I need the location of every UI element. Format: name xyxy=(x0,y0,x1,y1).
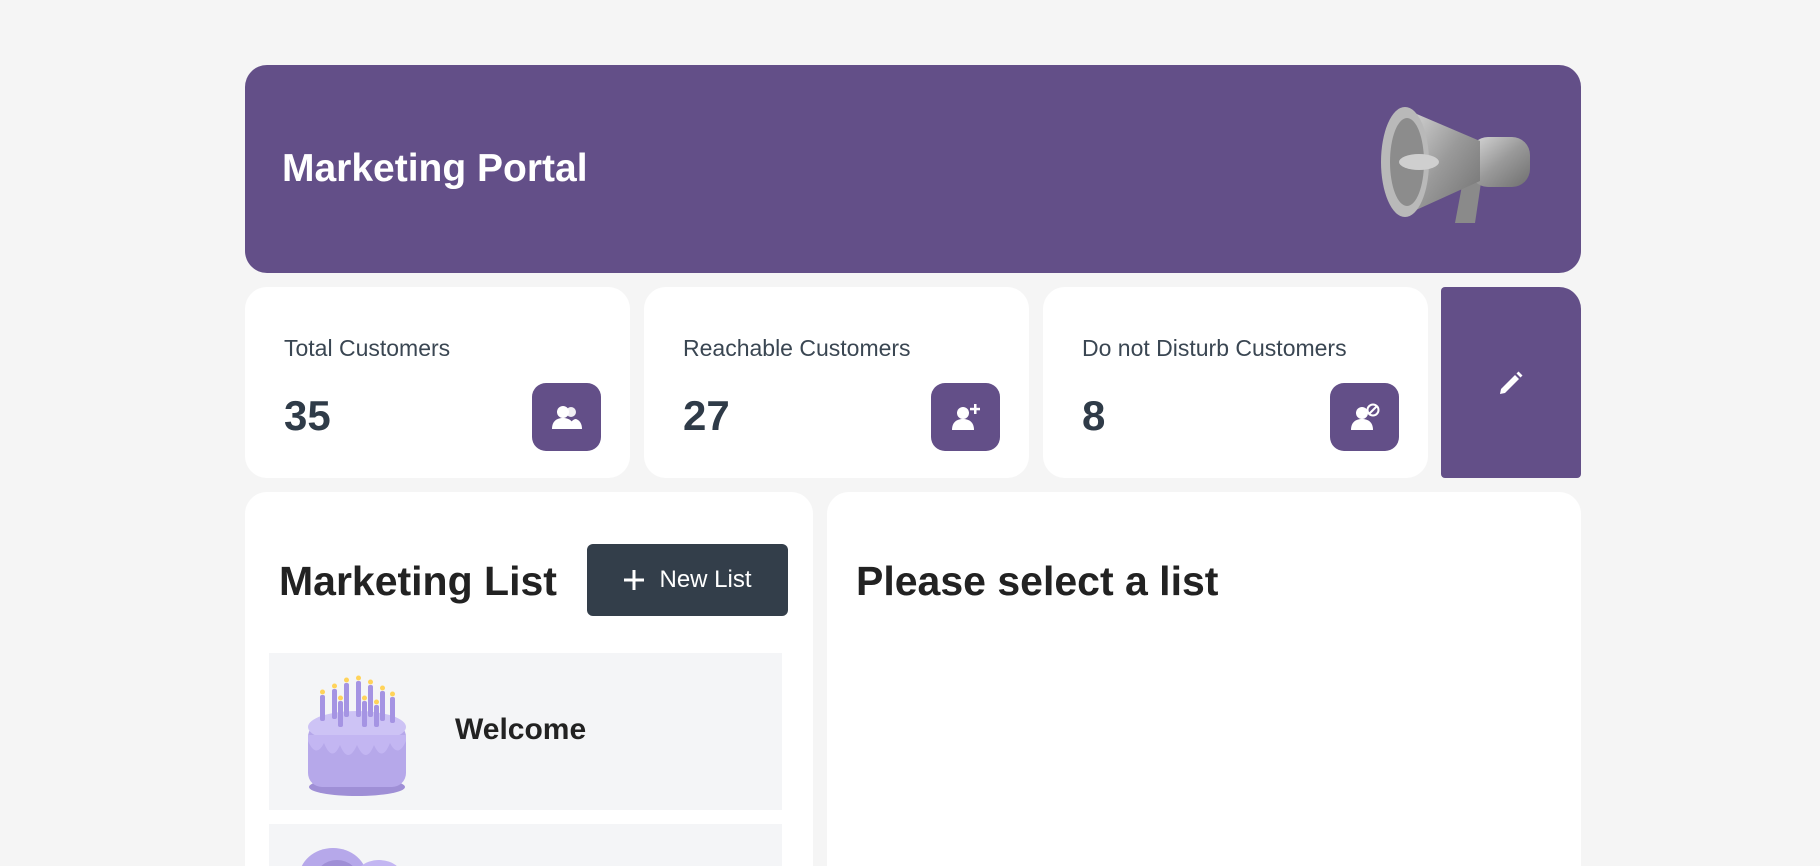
stat-value: 35 xyxy=(284,392,331,439)
list-item-label: Welcome xyxy=(455,713,587,746)
stat-label: Reachable Customers xyxy=(683,335,911,361)
header-banner: Marketing Portal xyxy=(245,65,1581,273)
blocked-customer-button[interactable] xyxy=(1330,383,1399,451)
list-item[interactable] xyxy=(269,824,782,866)
customers-button[interactable] xyxy=(532,383,601,451)
marketing-list-panel: Marketing List New List Welcome xyxy=(245,492,813,866)
add-customer-button[interactable] xyxy=(931,383,1000,451)
new-list-button[interactable]: New List xyxy=(587,544,788,616)
stat-card-dnd: Do not Disturb Customers 8 xyxy=(1043,287,1428,478)
stat-label: Total Customers xyxy=(284,335,451,361)
stat-card-total: Total Customers 35 xyxy=(245,287,630,478)
stat-card-reachable: Reachable Customers 27 xyxy=(644,287,1029,478)
plus-icon xyxy=(624,570,645,590)
list-art-icon xyxy=(301,848,397,866)
pencil-icon xyxy=(1500,371,1523,394)
stat-label: Do not Disturb Customers xyxy=(1082,335,1347,361)
page-title: Marketing Portal xyxy=(282,147,588,190)
add-customer-icon xyxy=(951,404,980,430)
detail-panel-title: Please select a list xyxy=(856,558,1219,604)
customers-icon xyxy=(551,406,582,429)
list-detail-panel: Please select a list xyxy=(827,492,1581,866)
blocked-customer-icon xyxy=(1350,403,1379,430)
birthday-cake-icon xyxy=(308,675,406,796)
list-item[interactable]: Welcome xyxy=(269,653,782,810)
new-list-label: New List xyxy=(659,566,752,593)
stat-value: 27 xyxy=(683,392,730,439)
edit-button[interactable] xyxy=(1441,287,1581,478)
marketing-list-title: Marketing List xyxy=(279,558,557,604)
megaphone-icon xyxy=(1381,107,1530,223)
stat-value: 8 xyxy=(1082,392,1106,439)
